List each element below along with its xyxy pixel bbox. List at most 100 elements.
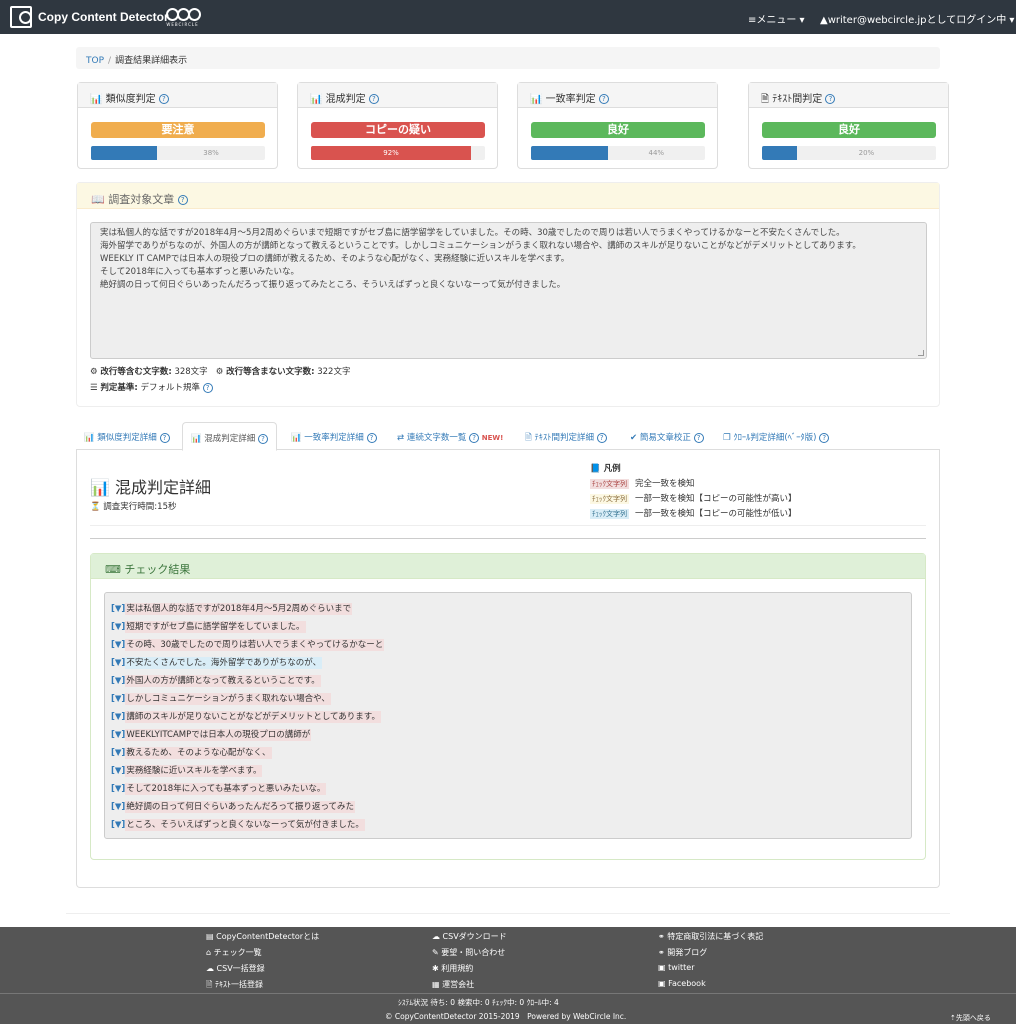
tab-match-rate-detail[interactable]: 📊 一致率判定詳細 ? — [283, 422, 385, 450]
footer-link-terms[interactable]: ✱ 利用規約 — [432, 963, 473, 974]
target-text-line: 絶好調の日って何日ぐらいあったんだろって振り返ってみたところ、そういえばずっと良… — [100, 280, 566, 290]
legend: 📘 凡例 ﾁｪｯｸ文字列 完全一致を検知 ﾁｪｯｸ文字列 一部一致を検知【コピーの可… — [590, 462, 797, 519]
gear-icon: ⚙ — [90, 367, 98, 377]
help-icon[interactable]: ? — [258, 433, 269, 444]
bar-chart-icon: 📊 — [90, 478, 110, 497]
expand-toggle[interactable]: [▼] — [111, 802, 125, 812]
check-result-row: [▼]そして2018年に入っても基本ずっと悪いみたいな。 — [111, 780, 905, 798]
tab-mixed-detail[interactable]: 📊 混成判定詳細 ? — [182, 422, 278, 451]
breadcrumb-top-link[interactable]: TOP — [86, 56, 104, 66]
progress-label: 38% — [203, 149, 219, 157]
breadcrumb: TOP / 調査結果詳細表示 — [76, 47, 940, 69]
help-icon[interactable]: ? — [159, 432, 170, 443]
check-result-text: 短期ですがセブ島に語学留学をしていました。 — [125, 621, 306, 633]
expand-toggle[interactable]: [▼] — [111, 712, 125, 722]
judgement-basis: ☰ 判定基準: デフォルト規準 ? — [90, 381, 213, 393]
expand-toggle[interactable]: [▼] — [111, 748, 125, 758]
expand-toggle[interactable]: [▼] — [111, 730, 125, 740]
check-result-row: [▼]WEEKLYITCAMPでは日本人の現役プロの講師が — [111, 726, 905, 744]
help-icon[interactable]: ? — [366, 432, 377, 443]
footer-link-facebook[interactable]: ▣ Facebook — [658, 979, 706, 988]
detail-tabs: 📊 類似度判定詳細 ? 📊 混成判定詳細 ? 📊 一致率判定詳細 ? ⇄ 連続文… — [76, 422, 940, 451]
user-dropdown[interactable]: ▲writer@webcircle.jpとしてログイン中 ▾ — [820, 11, 1014, 26]
expand-toggle[interactable]: [▼] — [111, 694, 125, 704]
tab-proofreading[interactable]: ✔ 簡易文章校正 ? — [622, 422, 712, 450]
footer-link-contact[interactable]: ✎ 要望・問い合わせ — [432, 947, 505, 958]
check-result-row: [▼]短期ですがセブ島に語学留学をしていました。 — [111, 618, 905, 636]
tab-label: ﾃｷｽﾄ間判定詳細 — [534, 433, 595, 443]
result-badge: 良好 — [531, 122, 705, 138]
divider — [90, 525, 926, 526]
footer-link-blog[interactable]: ⚭ 開発ブログ — [658, 947, 707, 958]
footer-link-text-register[interactable]: 🗎 ﾃｷｽﾄ一括登録 — [206, 979, 263, 993]
expand-toggle[interactable]: [▼] — [111, 784, 125, 794]
check-result-text: 講師のスキルが足りないことがなどがデメリットとしてあります。 — [125, 711, 381, 723]
list-icon: ▤ — [206, 932, 214, 941]
panel-title: 調査対象文章 — [108, 193, 175, 206]
help-icon[interactable]: ? — [177, 195, 188, 205]
exec-time-text: 調査実行時間:15秒 — [103, 502, 177, 512]
footer-link-check-list[interactable]: ⌂ チェック一覧 — [206, 947, 262, 958]
progress-fill — [91, 146, 158, 160]
help-icon[interactable]: ? — [693, 432, 704, 443]
expand-toggle[interactable]: [▼] — [111, 676, 125, 686]
legend-row: ﾁｪｯｸ文字列 完全一致を検知 — [590, 477, 797, 489]
footer-link-about[interactable]: ▤ CopyContentDetectorとは — [206, 931, 319, 942]
back-to-top-link[interactable]: ⇡先頭へ戻る — [950, 1013, 991, 1023]
book-icon: 📖 — [91, 193, 105, 206]
check-result-row: [▼]教えるため、そのような心配がなく、 — [111, 744, 905, 762]
check-result-row: [▼]外国人の方が講師となって教えるということです。 — [111, 672, 905, 690]
check-result-row: [▼]その時、30歳でしたので周りは若い人でうまくやってけるかなーと — [111, 636, 905, 654]
menu-dropdown[interactable]: ≡メニュー ▾ — [748, 11, 805, 26]
tab-label: 簡易文章校正 — [639, 433, 691, 443]
tab-text-compare-detail[interactable]: 🗎 ﾃｷｽﾄ間判定詳細 ? — [517, 422, 615, 450]
tab-label: 一致率判定詳細 — [304, 433, 364, 443]
progress-bar: 92% — [311, 146, 485, 160]
check-icon: ✔ — [630, 433, 638, 443]
help-icon[interactable]: ? — [368, 94, 379, 104]
detail-title: 📊 混成判定詳細 — [90, 474, 211, 498]
link-icon: ⚭ — [658, 948, 665, 957]
count-without-label: 改行等含まない文字数: — [226, 367, 315, 377]
help-icon[interactable]: ? — [596, 432, 607, 443]
expand-toggle[interactable]: [▼] — [111, 766, 125, 776]
card-title: 一致率判定 — [545, 94, 596, 105]
target-text-area[interactable]: 実は私個人的な話ですが2018年4月～5月2周めぐらいまで短期ですがセブ島に語学… — [90, 222, 927, 359]
expand-toggle[interactable]: [▼] — [111, 622, 125, 632]
document-icon: 🗎 — [206, 980, 213, 989]
document-icon: 🗎 — [525, 433, 532, 443]
help-icon[interactable]: ? — [158, 94, 169, 104]
footer-link-legal[interactable]: ⚭ 特定商取引法に基づく表記 — [658, 931, 763, 942]
gear-icon: ⚙ — [215, 367, 224, 377]
twitter-icon: ▣ — [658, 963, 666, 972]
expand-toggle[interactable]: [▼] — [111, 820, 125, 830]
footer-link-company[interactable]: ▦ 運営会社 — [432, 979, 474, 990]
basis-value: デフォルト規準 — [140, 383, 200, 393]
progress-label: 92% — [383, 149, 399, 157]
card-text-compare: 🗎 ﾃｷｽﾄ間判定 ? 良好 20% — [748, 82, 949, 169]
help-icon[interactable]: ? — [819, 432, 830, 443]
expand-toggle[interactable]: [▼] — [111, 640, 125, 650]
help-icon[interactable]: ? — [202, 382, 213, 393]
expand-toggle[interactable]: [▼] — [111, 658, 125, 668]
expand-toggle[interactable]: [▼] — [111, 604, 125, 614]
footer-link-twitter[interactable]: ▣ twitter — [658, 963, 695, 972]
tab-similarity-detail[interactable]: 📊 類似度判定詳細 ? — [76, 422, 178, 450]
check-result-text: その時、30歳でしたので周りは若い人でうまくやってけるかなーと — [125, 639, 385, 651]
help-icon[interactable]: ? — [598, 94, 609, 104]
footer-link-csv-download[interactable]: ☁ CSVダウンロード — [432, 931, 507, 942]
footer-link-csv-register[interactable]: ☁ CSV一括登録 — [206, 963, 265, 974]
tab-consecutive-list[interactable]: ⇄ 連続文字数一覧 ? NEW! — [389, 422, 511, 450]
resize-grip-icon[interactable] — [918, 350, 924, 356]
webcircle-logo-text: WEBCIRCLE — [166, 22, 199, 27]
brand-link[interactable]: Copy Content Detector — [10, 6, 169, 28]
target-text-panel: 📖 調査対象文章 ? 実は私個人的な話ですが2018年4月～5月2周めぐらいまで… — [76, 182, 940, 407]
copyright: © CopyContentDetector 2015-2019 Powered … — [385, 1012, 627, 1021]
card-title: 混成判定 — [325, 94, 366, 105]
webcircle-logo[interactable]: WEBCIRCLE — [166, 8, 201, 27]
help-icon[interactable]: ? — [825, 94, 836, 104]
tab-crawl-detail[interactable]: ❐ ｸﾛｰﾙ判定詳細(ﾍﾞｰﾀ版) ? — [715, 422, 837, 450]
exchange-icon: ⇄ — [397, 433, 405, 443]
copy-icon: ❐ — [723, 433, 731, 443]
help-icon[interactable]: ? — [469, 432, 480, 443]
